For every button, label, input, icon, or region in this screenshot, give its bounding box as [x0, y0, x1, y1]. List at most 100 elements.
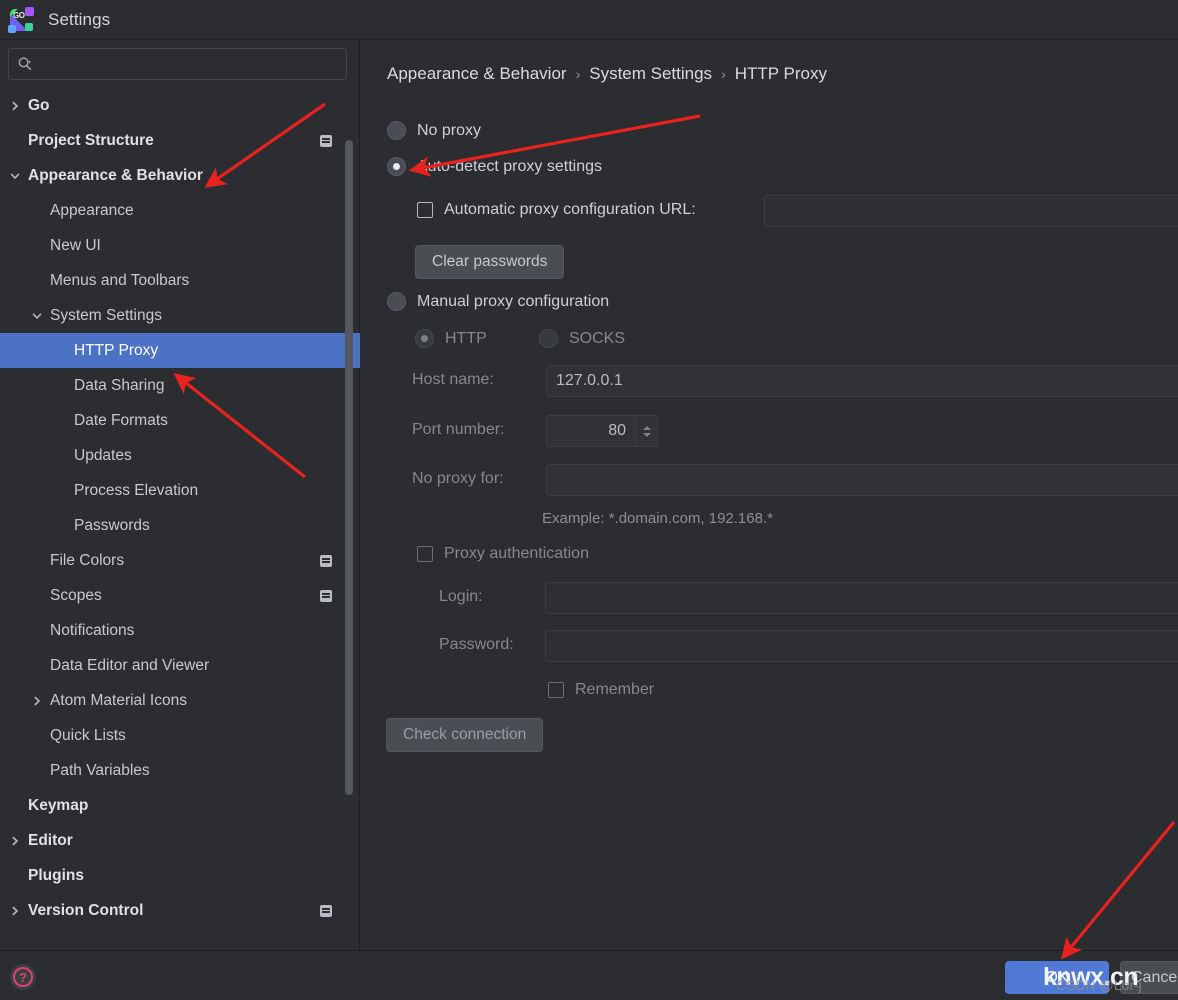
sidebar-item-label: Project Structure [28, 131, 154, 149]
sidebar-scrollbar[interactable] [345, 140, 353, 795]
settings-dialog: GO Settings Go Project Structure Appearanc… [0, 0, 1178, 1000]
login-input[interactable] [545, 582, 1178, 614]
port-number-input[interactable]: 80 [546, 415, 636, 447]
dialog-footer: ? [0, 950, 1178, 1000]
radio-http-label: HTTP [445, 329, 487, 347]
sidebar-item-appearance-behavior[interactable]: Appearance & Behavior [0, 158, 360, 193]
sidebar-item-quick-lists[interactable]: Quick Lists [0, 718, 360, 753]
sidebar-scrollbar-thumb[interactable] [345, 140, 353, 795]
sidebar-item-file-colors[interactable]: File Colors [0, 543, 360, 578]
breadcrumb-part-2[interactable]: System Settings [589, 64, 712, 84]
ok-button[interactable]: OK [1005, 961, 1109, 994]
sidebar-item-date-formats[interactable]: Date Formats [0, 403, 360, 438]
sidebar-item-project-structure[interactable]: Project Structure [0, 123, 360, 158]
chevron-right-icon[interactable] [30, 694, 44, 708]
sidebar-item-menus-and-toolbars[interactable]: Menus and Toolbars [0, 263, 360, 298]
port-number-label: Port number: [412, 421, 505, 438]
sidebar-item-label: Data Editor and Viewer [50, 656, 210, 674]
chevron-down-icon[interactable] [8, 169, 22, 183]
port-number-stepper[interactable]: 80 [546, 415, 658, 447]
sidebar-item-go[interactable]: Go [0, 88, 360, 123]
project-scope-icon [320, 904, 332, 917]
checkbox-proxy-authentication-indicator[interactable] [417, 546, 433, 562]
breadcrumb-part-3: HTTP Proxy [734, 64, 827, 83]
clear-passwords-button[interactable]: Clear passwords [415, 245, 565, 279]
sidebar-item-label: System Settings [50, 306, 162, 324]
radio-socks-indicator[interactable] [539, 329, 558, 348]
sidebar-item-scopes[interactable]: Scopes [0, 578, 360, 613]
search-icon [18, 57, 32, 71]
no-proxy-example-hint: Example: *.domain.com, 192.168.* [542, 510, 773, 527]
sidebar-item-version-control[interactable]: Version Control [0, 893, 360, 928]
password-input[interactable] [545, 630, 1178, 662]
title-bar: GO Settings [0, 0, 1178, 40]
radio-http[interactable]: HTTP [415, 329, 487, 348]
radio-no-proxy-indicator[interactable] [387, 121, 406, 140]
host-name-input[interactable]: 127.0.0.1 [546, 365, 1178, 397]
radio-manual-proxy[interactable]: Manual proxy configuration [387, 292, 609, 311]
sidebar-item-passwords[interactable]: Passwords [0, 508, 360, 543]
radio-no-proxy-label: No proxy [417, 121, 482, 139]
no-proxy-for-label: No proxy for: [412, 470, 504, 487]
settings-tree[interactable]: Go Project Structure Appearance & Behavior… [0, 88, 360, 950]
sidebar-item-http-proxy[interactable]: HTTP Proxy [0, 333, 360, 368]
help-icon: ? [13, 967, 33, 987]
sidebar-item-label: Editor [28, 831, 73, 849]
sidebar-item-path-variables[interactable]: Path Variables [0, 753, 360, 788]
checkbox-remember-indicator[interactable] [548, 682, 564, 698]
sidebar-item-process-elevation[interactable]: Process Elevation [0, 473, 360, 508]
sidebar-item-data-editor-and-viewer[interactable]: Data Editor and Viewer [0, 648, 360, 683]
no-proxy-for-input[interactable] [546, 464, 1178, 496]
sidebar-item-label: Atom Material Icons [50, 691, 187, 709]
pac-url-input[interactable] [764, 195, 1178, 227]
sidebar-item-label: Keymap [28, 796, 89, 814]
sidebar-item-system-settings[interactable]: System Settings [0, 298, 360, 333]
sidebar-item-data-sharing[interactable]: Data Sharing [0, 368, 360, 403]
sidebar-item-plugins[interactable]: Plugins [0, 858, 360, 893]
checkbox-proxy-authentication[interactable]: Proxy authentication [417, 545, 589, 563]
sidebar-item-updates[interactable]: Updates [0, 438, 360, 473]
search-input[interactable] [33, 56, 338, 72]
sidebar-item-appearance[interactable]: Appearance [0, 193, 360, 228]
checkbox-remember[interactable]: Remember [548, 681, 654, 699]
checkbox-pac-url-label: Automatic proxy configuration URL: [444, 201, 696, 218]
radio-manual-proxy-indicator[interactable] [387, 292, 406, 311]
breadcrumb-separator-icon: › [575, 66, 581, 82]
radio-socks[interactable]: SOCKS [539, 329, 625, 348]
chevron-right-icon[interactable] [8, 904, 22, 918]
checkbox-pac-url[interactable]: Automatic proxy configuration URL: [417, 201, 696, 219]
sidebar-item-label: Passwords [74, 516, 150, 534]
radio-http-indicator[interactable] [415, 329, 434, 348]
checkbox-pac-url-indicator[interactable] [417, 202, 433, 218]
project-scope-icon [320, 589, 332, 602]
sidebar-item-atom-material-icons[interactable]: Atom Material Icons [0, 683, 360, 718]
cancel-button[interactable]: Cancel [1120, 961, 1178, 994]
check-connection-button[interactable]: Check connection [386, 718, 544, 752]
radio-auto-detect[interactable]: Auto-detect proxy settings [387, 157, 602, 176]
chevron-down-icon[interactable] [30, 309, 44, 323]
help-button[interactable]: ? [10, 964, 36, 990]
sidebar-item-keymap[interactable]: Keymap [0, 788, 360, 823]
goland-icon: GO [8, 6, 34, 33]
port-spinner-arrows-icon[interactable] [636, 415, 658, 447]
sidebar-item-notifications[interactable]: Notifications [0, 613, 360, 648]
search-box[interactable] [8, 48, 347, 80]
breadcrumb-separator-icon: › [721, 66, 726, 82]
radio-socks-label: SOCKS [569, 329, 626, 347]
sidebar-item-label: Appearance [50, 201, 134, 219]
settings-sidebar: Go Project Structure Appearance & Behavior… [0, 40, 360, 950]
chevron-right-icon[interactable] [8, 99, 22, 113]
radio-no-proxy[interactable]: No proxy [387, 121, 481, 140]
sidebar-item-label: Quick Lists [50, 726, 126, 744]
host-name-value: 127.0.0.1 [556, 372, 623, 389]
breadcrumb-part-1[interactable]: Appearance & Behavior [387, 64, 567, 84]
checkbox-remember-label: Remember [575, 681, 655, 698]
sidebar-item-new-ui[interactable]: New UI [0, 228, 360, 263]
checkbox-proxy-authentication-label: Proxy authentication [444, 545, 589, 562]
sidebar-item-editor[interactable]: Editor [0, 823, 360, 858]
sidebar-item-label: HTTP Proxy [74, 341, 159, 359]
chevron-right-icon[interactable] [8, 834, 22, 848]
radio-auto-detect-indicator[interactable] [387, 157, 406, 176]
login-label: Login: [439, 588, 483, 605]
sidebar-item-label: Date Formats [74, 411, 168, 429]
